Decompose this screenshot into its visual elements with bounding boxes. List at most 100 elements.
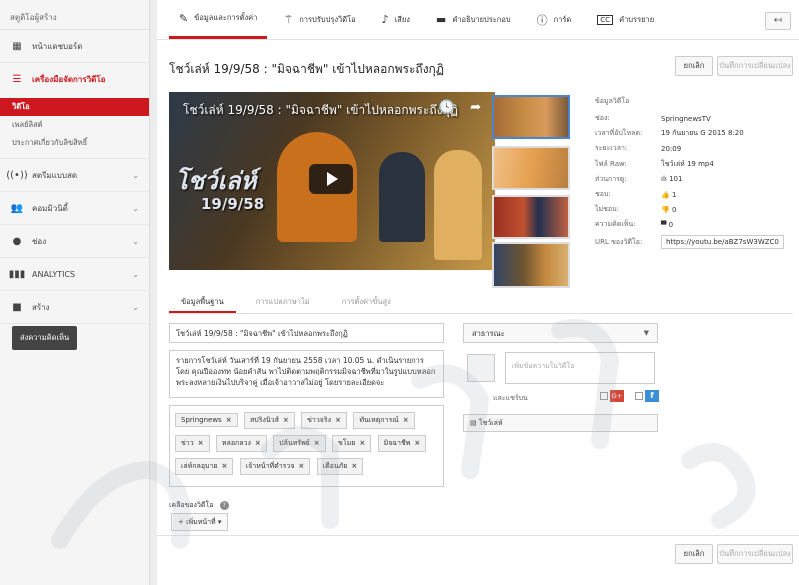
info-key: URL ของวิดีโอ: [595,237,643,246]
tag-label: หลอกลวง [221,439,251,447]
remove-tag-icon[interactable]: × [359,439,365,447]
video-language-label: เคลือของวิดีโอ ? [169,500,229,511]
tag-label: สปริงนิวส์ [249,416,279,424]
tab-audio[interactable]: ♪ เสียง [372,0,420,39]
video-player[interactable]: โชว์เล่ห์ 19/9/58 โชว์เล่ห์ 19/9/58 : "ม… [169,92,495,270]
sidebar-subitem-videos[interactable]: วิดีโอ [0,98,149,116]
tab-basic-info[interactable]: ข้อมูลพื้นฐาน [169,292,236,313]
play-button[interactable] [309,164,353,194]
sidebar-item-live[interactable]: ((•)) สตรีมแบบสด ⌄ [0,159,149,192]
channel-avatar [467,354,495,382]
remove-tag-icon[interactable]: × [335,416,341,424]
sidebar-item-label: คอมมิวนิตี้ [32,203,68,213]
page-title: โชว์เล่ห์ 19/9/58 : "มิจฉาชีพ" เข้าไปหลอ… [169,62,444,76]
remove-tag-icon[interactable]: × [255,439,261,447]
editor-tabs: ✎ ข้อมูลและการตั้งค่า ⚚ การปรับปรุงวิดีโ… [157,0,799,40]
views-icon: ılı [661,175,670,184]
help-icon[interactable]: ? [219,501,229,510]
show-logo: โชว์เล่ห์ 19/9/58 [175,167,283,217]
tab-cards[interactable]: ⓘ การ์ด [527,0,582,39]
description-textarea[interactable]: รายการโชว์เล่ห์ วันเสาร์ที่ 19 กันยายน 2… [169,350,444,398]
info-key: ไฟล์ Raw: [595,159,627,168]
privacy-select[interactable]: สาธารณะ ▼ [463,323,658,343]
tags-row: ข่าว × หลอกลวง × ปล้นทรัพย์ × ขโมย × มิจฉาชี… [173,432,440,455]
feedback-button[interactable]: ส่งความคิดเห็น [12,326,78,350]
show-logo-text: โชว์เล่ห์ [175,167,257,195]
tag-chip: ทันเหตุการณ์ × [353,412,415,429]
tab-info-settings[interactable]: ✎ ข้อมูลและการตั้งค่า [169,0,268,39]
info-key: ชอบ: [595,190,611,199]
tab-enhancements[interactable]: ⚚ การปรับปรุงวิดีโอ [273,0,365,39]
tag-chip: ปล้นทรัพย์ × [273,435,326,452]
tab-annotations[interactable]: ▬ คำอธิบายประกอบ [426,0,521,39]
remove-tag-icon[interactable]: × [298,462,304,470]
live-icon: ((•)) [6,169,28,181]
sidebar-item-channel[interactable]: ● ช่อง ⌄ [0,225,149,258]
share-message-input[interactable]: เพิ่มข้อความในวิดีโอ [505,352,655,384]
cancel-button[interactable]: ยกเลิก [675,56,713,76]
sidebar-item-analytics[interactable]: ▮▮▮ ANALYTICS ⌄ [0,258,149,291]
remove-tag-icon[interactable]: × [351,462,357,470]
tab-subtitles[interactable]: CC คำบรรยาย [587,0,664,39]
share-label: และแชร์บน [493,394,528,402]
sidebar-subitem-playlists[interactable]: เพลย์ลิสต์ [0,116,149,134]
sidebar-item-dashboard[interactable]: ▦ หน้าแดชบอร์ด [0,30,149,63]
tags-input[interactable]: Springnews × สปริงนิวส์ × ข่าวจริง × ทันเหต… [169,405,444,487]
save-button[interactable]: บันทึกการเปลี่ยนแปลง [717,56,793,76]
views-value: ılı 101 [661,175,682,183]
studio-title: สตูดิโอผู้สร้าง [0,0,149,30]
remove-tag-icon[interactable]: × [222,462,228,470]
tab-translations[interactable]: การแปลภาษาไม่ [244,292,322,313]
info-icon: ⓘ [536,13,548,27]
video-url-field[interactable]: https://youtu.be/aBZ7sW3WZC0 [661,235,784,250]
remove-tag-icon[interactable]: × [314,439,320,447]
back-icon[interactable]: ↤ [765,12,791,30]
remove-tag-icon[interactable]: × [414,439,420,447]
thumbnail-option[interactable] [492,242,570,288]
tab-label: คำอธิบายประกอบ [452,14,511,24]
facebook-checkbox[interactable] [635,392,643,400]
remove-tag-icon[interactable]: × [198,439,204,447]
tag-chip: ข่าวจริง × [301,412,347,429]
player-title: โชว์เล่ห์ 19/9/58 : "มิจฉาชีพ" เข้าไปหลอ… [183,103,458,117]
playlist-icon: ▤ [470,419,479,427]
sidebar-subitem-copyright[interactable]: ประกาศเกี่ยวกับลิขสิทธิ์ [0,134,149,152]
playlist-label: โชว์เล่ห์ [478,419,503,427]
show-logo-date: 19/9/58 [201,195,265,213]
remove-tag-icon[interactable]: × [283,416,289,424]
tags-row: Springnews × สปริงนิวส์ × ข่าวจริง × ทันเหต… [173,409,440,432]
sidebar-item-create[interactable]: ■ สร้าง ⌄ [0,291,149,324]
sidebar-item-video-manager[interactable]: ☰ เครื่องมือจัดการวิดีโอ [0,63,149,96]
info-value: 1 [671,190,677,199]
privacy-value: สาธารณะ [472,329,505,338]
tag-label: ข่าว [181,439,194,447]
gplus-checkbox[interactable] [600,392,608,400]
divider [157,535,799,536]
tag-chip: สปริงนิวส์ × [243,412,295,429]
tab-advanced[interactable]: การตั้งค่าขั้นสูง [330,292,403,313]
thumbnail-option[interactable] [492,195,570,239]
tag-chip: เตือนภัย × [316,458,364,475]
tab-label: การปรับปรุงวิดีโอ [299,14,356,24]
sidebar-item-community[interactable]: 👥 คอมมิวนิตี้ ⌄ [0,192,149,225]
tag-chip: Springnews × [175,413,238,427]
chevron-down-icon: ⌄ [132,302,139,312]
tag-label: ทันเหตุการณ์ [359,416,399,424]
video-manager-icon: ☰ [12,74,22,85]
info-value: 19 กันยายน G 2015 8:20 [661,129,744,138]
chevron-down-icon: ⌄ [132,269,139,279]
watch-later-icon[interactable]: 🕓 [439,100,455,115]
thumbnail-option[interactable] [492,95,570,139]
title-input[interactable]: โชว์เล่ห์ 19/9/58 : "มิจฉาชีพ" เข้าไปหลอ… [169,323,444,343]
save-button-bottom[interactable]: บันทึกการเปลี่ยนแปลง [717,544,793,564]
share-icon[interactable]: ➦ [470,100,481,115]
playlist-button[interactable]: ▤ โชว์เล่ห์ [463,414,658,432]
remove-tag-icon[interactable]: × [226,416,232,424]
tag-label: ข่าวจริง [307,416,332,424]
magic-wand-icon: ⚚ [283,13,294,26]
thumbnail-option[interactable] [492,146,570,190]
add-button[interactable]: + เพิ่มหน้าที่ ▾ [171,513,229,531]
remove-tag-icon[interactable]: × [403,416,409,424]
cancel-button-bottom[interactable]: ยกเลิก [675,544,713,564]
info-key: ระยะเวลา: [595,144,628,153]
